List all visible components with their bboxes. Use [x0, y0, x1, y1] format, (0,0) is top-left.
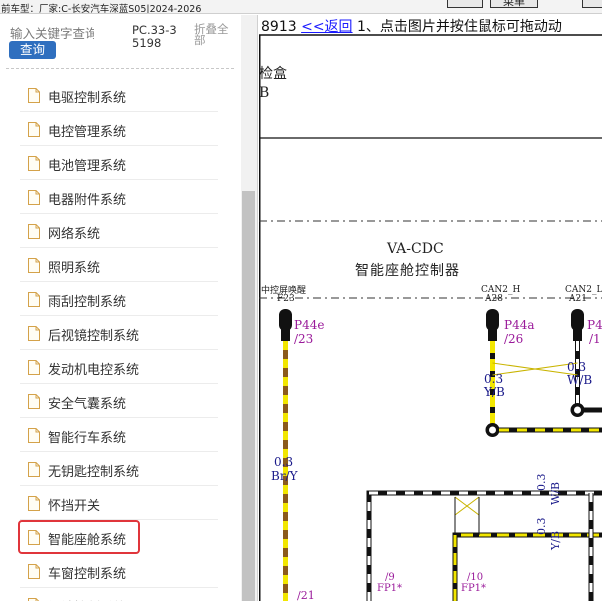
document-icon: [28, 394, 40, 409]
title-block-fragment: 检盒: [259, 66, 287, 82]
collapse-all-button[interactable]: 折叠全部: [194, 23, 236, 46]
tree-item-label: 智能座舱系统: [48, 533, 127, 548]
pin1-connector-pin: /23: [294, 332, 314, 346]
tree-item-label: 车窗控制系统: [48, 567, 127, 582]
connector-pin-a28[interactable]: [486, 309, 499, 341]
document-icon: [28, 190, 40, 205]
fuse1-pin: /9: [385, 572, 395, 583]
top-bar: 前车型：厂家:C-长安汽车深蓝S05|2024-2026 菜单: [0, 0, 602, 14]
pin1-connector: P44e: [294, 318, 325, 332]
diagram-header: 8913 <<返回 1、点击图片并按住鼠标可拖动动: [261, 16, 562, 36]
connector-pin-a21[interactable]: [571, 309, 584, 341]
document-icon: [28, 258, 40, 273]
connector-pin-f23[interactable]: [279, 309, 292, 341]
module-name: 智能座舱控制器: [355, 263, 460, 279]
tree-item[interactable]: 发动机电控系统: [20, 350, 218, 384]
module-code: VA-CDC: [387, 241, 444, 257]
tree-item[interactable]: 后视镜控制系统: [20, 316, 218, 350]
tree-item[interactable]: 智能座舱系统: [18, 520, 140, 554]
wiring-diagram[interactable]: [259, 15, 602, 601]
document-icon: [28, 360, 40, 375]
tree-item[interactable]: 怀挡开关: [20, 486, 218, 520]
document-code: PC.33-35198: [132, 23, 177, 50]
lower-wire1-size: 0.3: [535, 473, 548, 492]
pin2-number: A28: [485, 294, 503, 304]
tree-item[interactable]: 电池管理系统: [20, 146, 218, 180]
tree-item-label: 安全气囊系统: [48, 397, 127, 412]
pin2-wire-size: 0.3: [484, 372, 504, 386]
pin1-number: F23: [277, 294, 295, 304]
tree-item-label: 门锁控制系统: [48, 597, 126, 601]
title-block-sub: B: [259, 85, 270, 101]
tree-item[interactable]: 门锁控制系统: [20, 588, 218, 601]
bottom-pin: /21: [297, 589, 315, 601]
tree-item[interactable]: 电控管理系统: [20, 112, 218, 146]
lower-wire2-size: 0.3: [535, 517, 548, 536]
diagram-panel[interactable]: 8913 <<返回 1、点击图片并按住鼠标可拖动动 检盒 B VA-CDC 智能…: [259, 15, 602, 601]
tree-item-label: 发动机电控系统: [48, 363, 140, 378]
tree-item-label: 雨刮控制系统: [48, 295, 127, 310]
tree-item-label: 电控管理系统: [48, 125, 127, 140]
tree-item[interactable]: 电驱控制系统: [20, 78, 218, 112]
tree-item-label: 照明系统: [48, 261, 101, 276]
back-link[interactable]: <<返回: [301, 19, 352, 35]
search-button[interactable]: 查询: [9, 41, 56, 59]
instruction-text: 1、点击图片并按住鼠标可拖动动: [357, 19, 562, 35]
tree-item[interactable]: 网络系统: [20, 214, 218, 248]
fuse2-pin: /10: [467, 572, 484, 583]
tree-item-label: 智能行车系统: [48, 431, 127, 446]
pin3-connector: P4: [587, 318, 602, 332]
document-icon: [28, 530, 40, 545]
tree-item-label: 无钥匙控制系统: [48, 465, 140, 480]
diagram-code: 8913: [261, 19, 297, 35]
tree-item-label: 电驱控制系统: [48, 91, 127, 106]
tree-item-label: 网络系统: [48, 227, 101, 242]
pin2-connector: P44a: [504, 318, 535, 332]
tree-item-label: 怀挡开关: [48, 499, 101, 514]
scrollbar-thumb[interactable]: [242, 191, 255, 601]
tree-item-label: 后视镜控制系统: [48, 329, 140, 344]
pin3-number: A21: [569, 294, 587, 304]
divider: [6, 68, 234, 69]
tree-item[interactable]: 无钥匙控制系统: [20, 452, 218, 486]
tree-item[interactable]: 照明系统: [20, 248, 218, 282]
catalog-panel: 查询 PC.33-35198 折叠全部 电驱控制系统电控管理系统电池管理系统电器…: [0, 15, 258, 601]
document-icon: [28, 224, 40, 239]
tree-item[interactable]: 雨刮控制系统: [20, 282, 218, 316]
tree-item-label: 电池管理系统: [48, 159, 127, 174]
document-icon: [28, 326, 40, 341]
pin1-wire-color: Br/Y: [271, 469, 298, 483]
pin3-wire-color: W/B: [567, 373, 593, 387]
tree-item[interactable]: 安全气囊系统: [20, 384, 218, 418]
document-icon: [28, 156, 40, 171]
document-icon: [28, 292, 40, 307]
search-input[interactable]: [10, 24, 94, 42]
tree-item[interactable]: 车窗控制系统: [20, 554, 218, 588]
tree-item-label: 电器附件系统: [48, 193, 127, 208]
system-tree: 电驱控制系统 电控管理系统 电池管理系统 电器附件系统 网络系统照明系统雨刮控制系统 后视…: [0, 78, 240, 601]
document-icon: [28, 462, 40, 477]
lower-wire1-color: W/B: [549, 481, 562, 505]
lower-wire2-color: Y/B: [549, 530, 562, 550]
document-icon: [28, 564, 40, 579]
vehicle-model-label: 前车型：厂家:C-长安汽车深蓝S05|2024-2026: [1, 4, 202, 14]
tree-item[interactable]: 电器附件系统: [20, 180, 218, 214]
fuse2-name: FP1*: [461, 583, 487, 594]
pin1-wire-size: 0.3: [274, 455, 294, 469]
toolbar-button-right[interactable]: [582, 0, 602, 8]
toolbar-button[interactable]: [447, 0, 483, 8]
tree-item[interactable]: 智能行车系统: [20, 418, 218, 452]
pin2-wire-color: Y/B: [484, 385, 505, 399]
pin3-wire-size: 0.3: [567, 360, 587, 374]
pin3-connector-pin: /1: [589, 332, 601, 346]
document-icon: [28, 122, 40, 137]
document-icon: [28, 428, 40, 443]
document-icon: [28, 88, 40, 103]
menu-button[interactable]: 菜单: [490, 0, 538, 8]
document-icon: [28, 496, 40, 511]
pin2-connector-pin: /26: [504, 332, 524, 346]
fuse1-name: FP1*: [377, 583, 403, 594]
